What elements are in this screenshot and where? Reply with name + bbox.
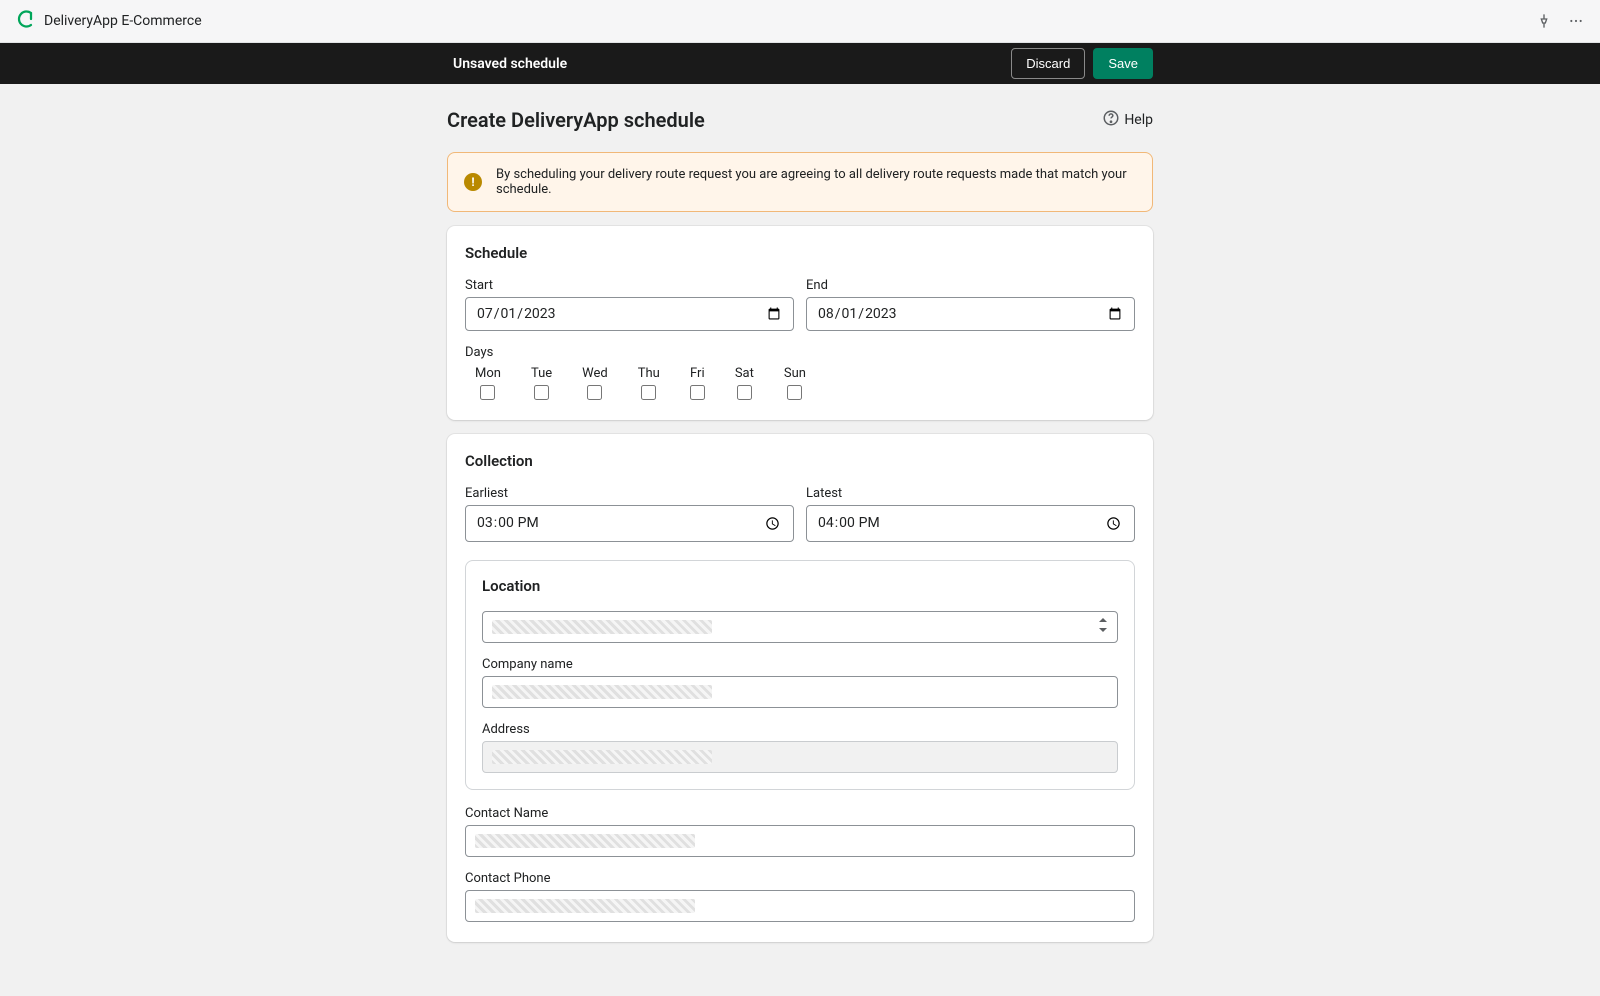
company-label: Company name <box>482 657 1118 672</box>
contact-name-label: Contact Name <box>465 806 1135 821</box>
help-icon <box>1102 109 1120 131</box>
day-wed-checkbox[interactable] <box>587 385 602 400</box>
actionbar: Unsaved schedule Discard Save <box>0 43 1600 84</box>
collection-title: Collection <box>465 452 1135 470</box>
day-label: Tue <box>531 366 552 381</box>
discard-button[interactable]: Discard <box>1011 48 1085 79</box>
day-label: Wed <box>582 366 608 381</box>
day-label: Mon <box>475 366 501 381</box>
contact-phone-redacted <box>475 899 695 913</box>
app-logo-icon <box>16 10 34 32</box>
start-label: Start <box>465 278 794 293</box>
collection-card: Collection Earliest Latest Location <box>447 434 1153 942</box>
schedule-card: Schedule Start End Days Mon <box>447 226 1153 420</box>
save-button[interactable]: Save <box>1093 48 1153 79</box>
page-header: Create DeliveryApp schedule Help <box>447 108 1153 132</box>
end-label: End <box>806 278 1135 293</box>
help-link[interactable]: Help <box>1102 109 1153 131</box>
day-fri-checkbox[interactable] <box>690 385 705 400</box>
end-date-input[interactable] <box>806 297 1135 331</box>
day-label: Thu <box>638 366 660 381</box>
days-label: Days <box>465 345 1135 360</box>
day-label: Fri <box>690 366 705 381</box>
page-title: Create DeliveryApp schedule <box>447 108 705 132</box>
day-label: Sat <box>735 366 754 381</box>
day-sat: Sat <box>735 366 754 400</box>
pin-icon[interactable] <box>1536 13 1552 29</box>
titlebar: DeliveryApp E-Commerce <box>0 0 1600 43</box>
day-sun: Sun <box>784 366 806 400</box>
contact-phone-label: Contact Phone <box>465 871 1135 886</box>
day-thu: Thu <box>638 366 660 400</box>
day-tue: Tue <box>531 366 552 400</box>
day-fri: Fri <box>690 366 705 400</box>
warning-banner: ! By scheduling your delivery route requ… <box>447 152 1153 212</box>
day-mon-checkbox[interactable] <box>480 385 495 400</box>
help-label: Help <box>1124 112 1153 128</box>
day-label: Sun <box>784 366 806 381</box>
location-redacted <box>492 620 712 634</box>
day-tue-checkbox[interactable] <box>534 385 549 400</box>
latest-label: Latest <box>806 486 1135 501</box>
titlebar-left: DeliveryApp E-Commerce <box>16 10 202 32</box>
address-redacted <box>492 750 712 764</box>
latest-time-input[interactable] <box>806 505 1135 542</box>
banner-text: By scheduling your delivery route reques… <box>496 167 1136 197</box>
contact-name-redacted <box>475 834 695 848</box>
company-redacted <box>492 685 712 699</box>
actionbar-title: Unsaved schedule <box>447 56 567 72</box>
earliest-time-input[interactable] <box>465 505 794 542</box>
app-title: DeliveryApp E-Commerce <box>44 13 202 29</box>
day-wed: Wed <box>582 366 608 400</box>
location-subcard: Location Company name <box>465 560 1135 790</box>
earliest-label: Earliest <box>465 486 794 501</box>
day-sat-checkbox[interactable] <box>737 385 752 400</box>
titlebar-right <box>1536 13 1584 29</box>
more-icon[interactable] <box>1568 13 1584 29</box>
start-date-input[interactable] <box>465 297 794 331</box>
day-mon: Mon <box>475 366 501 400</box>
schedule-title: Schedule <box>465 244 1135 262</box>
location-title: Location <box>482 577 1118 595</box>
warning-icon: ! <box>464 173 482 191</box>
day-thu-checkbox[interactable] <box>641 385 656 400</box>
address-label: Address <box>482 722 1118 737</box>
day-sun-checkbox[interactable] <box>787 385 802 400</box>
